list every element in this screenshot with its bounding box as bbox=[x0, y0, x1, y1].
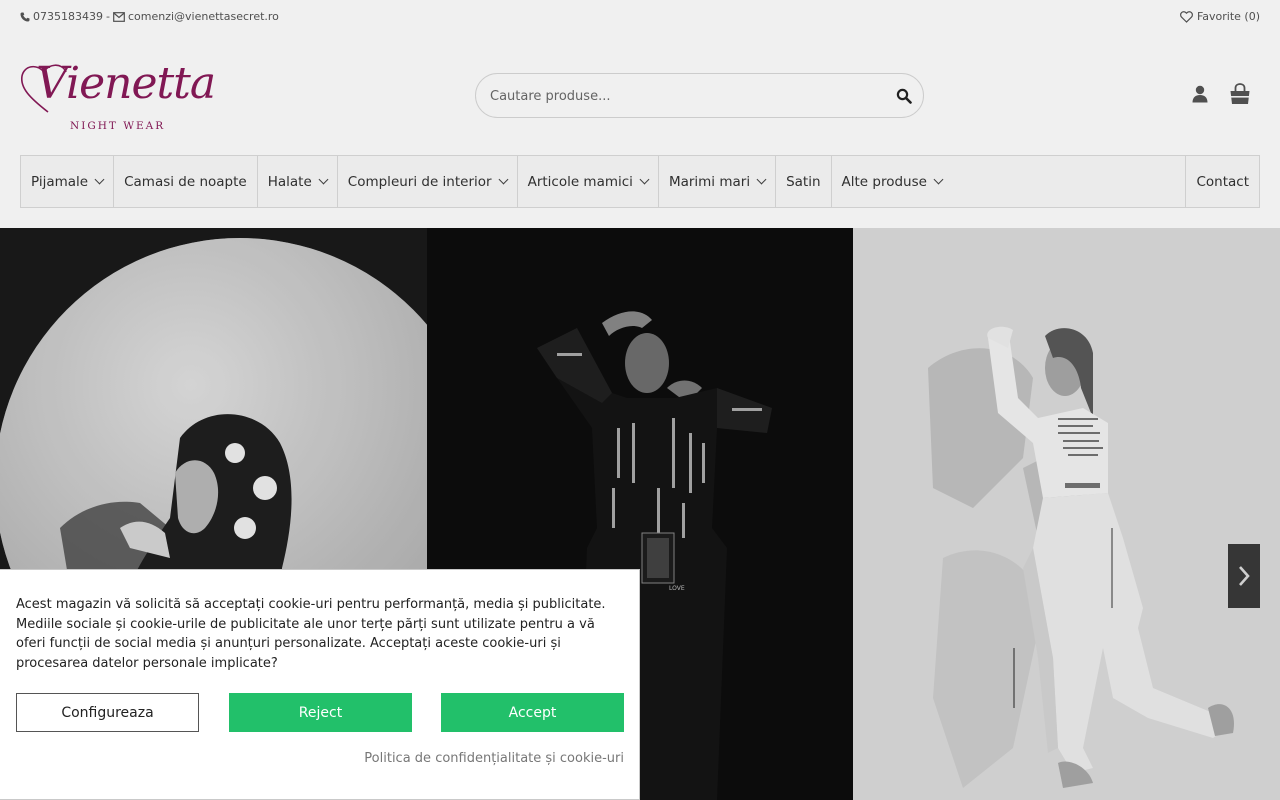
cookie-message: Acest magazin vă solicită să acceptați c… bbox=[16, 597, 606, 671]
nav-item-label: Marimi mari bbox=[668, 173, 751, 190]
favorites-link[interactable]: Favorite (0) bbox=[1179, 10, 1260, 23]
configure-cookies-button[interactable]: Configureaza bbox=[16, 693, 199, 732]
nav-item-camasi-de-noapte[interactable]: Camasi de noapte bbox=[114, 156, 258, 207]
nav-item-label: Contact bbox=[1196, 173, 1249, 190]
chevron-down-icon bbox=[498, 174, 509, 185]
chevron-down-icon bbox=[94, 174, 105, 185]
shopping-bag-icon[interactable] bbox=[1228, 82, 1252, 106]
nav-item-label: Pijamale bbox=[31, 173, 89, 190]
chevron-right-icon bbox=[1237, 565, 1251, 587]
search-bar bbox=[475, 73, 924, 118]
nav-item-label: Alte produse bbox=[841, 173, 927, 190]
logo-tagline: NIGHT WEAR bbox=[70, 120, 166, 132]
user-icon[interactable] bbox=[1190, 84, 1210, 104]
privacy-policy-link[interactable]: Politica de confidențialitate și cookie-… bbox=[364, 751, 624, 766]
contact-info: 0735183439 - comenzi@vienettasecret.ro bbox=[20, 10, 279, 23]
chevron-down-icon bbox=[756, 174, 767, 185]
nav-item-label: Halate bbox=[267, 173, 312, 190]
slide-panel-white-print-outfit[interactable] bbox=[853, 228, 1280, 800]
nav-item-label: Articole mamici bbox=[527, 173, 633, 190]
email-link[interactable]: comenzi@vienettasecret.ro bbox=[128, 10, 279, 23]
logo-wordmark: Vienetta bbox=[36, 58, 216, 109]
contact-separator: - bbox=[106, 10, 110, 23]
main-navigation: Pijamale Camasi de noapte Halate Compleu… bbox=[20, 155, 1260, 208]
search-icon[interactable] bbox=[895, 87, 913, 105]
nav-item-articole-mamici[interactable]: Articole mamici bbox=[518, 156, 659, 207]
favorites-label: Favorite (0) bbox=[1196, 10, 1260, 23]
nav-item-label: Camasi de noapte bbox=[124, 173, 247, 190]
nav-item-contact[interactable]: Contact bbox=[1185, 156, 1259, 207]
phone-number[interactable]: 0735183439 bbox=[33, 10, 103, 23]
nav-item-compleuri-de-interior[interactable]: Compleuri de interior bbox=[338, 156, 518, 207]
reject-cookies-button[interactable]: Reject bbox=[229, 693, 412, 732]
slide-image bbox=[853, 228, 1280, 800]
nav-item-satin[interactable]: Satin bbox=[776, 156, 832, 207]
nav-item-marimi-mari[interactable]: Marimi mari bbox=[659, 156, 777, 207]
phone-icon bbox=[20, 12, 30, 22]
heart-icon bbox=[1179, 10, 1193, 23]
slider-next-button[interactable] bbox=[1228, 544, 1260, 608]
chevron-down-icon bbox=[318, 174, 329, 185]
nav-item-label: Satin bbox=[786, 173, 821, 190]
cookie-consent-dialog: Acest magazin vă solicită să acceptați c… bbox=[0, 569, 640, 800]
chevron-down-icon bbox=[639, 174, 650, 185]
top-bar: 0735183439 - comenzi@vienettasecret.ro F… bbox=[0, 0, 1280, 34]
accept-cookies-button[interactable]: Accept bbox=[441, 693, 624, 732]
search-input[interactable] bbox=[490, 84, 870, 108]
site-logo[interactable]: Vienetta NIGHT WEAR bbox=[18, 58, 224, 136]
nav-item-alte-produse[interactable]: Alte produse bbox=[832, 156, 952, 207]
envelope-icon bbox=[113, 11, 125, 22]
nav-item-pijamale[interactable]: Pijamale bbox=[21, 156, 115, 207]
chevron-down-icon bbox=[933, 174, 944, 185]
nav-item-halate[interactable]: Halate bbox=[258, 156, 338, 207]
print-love-text: LOVE bbox=[669, 585, 685, 592]
nav-item-label: Compleuri de interior bbox=[347, 173, 492, 190]
